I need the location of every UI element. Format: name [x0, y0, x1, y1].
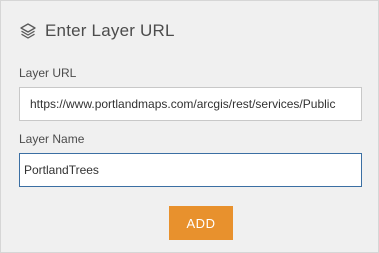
- layers-icon: [19, 22, 37, 40]
- panel-header: Enter Layer URL: [19, 19, 175, 43]
- layer-name-label: Layer Name: [19, 132, 85, 146]
- enter-layer-url-panel: Enter Layer URL Layer URL Layer Name ADD: [0, 0, 379, 253]
- panel-title: Enter Layer URL: [45, 21, 175, 40]
- layer-url-label: Layer URL: [19, 66, 77, 80]
- layer-name-input[interactable]: [19, 153, 362, 187]
- add-button[interactable]: ADD: [169, 206, 233, 240]
- layer-url-input[interactable]: [19, 87, 362, 121]
